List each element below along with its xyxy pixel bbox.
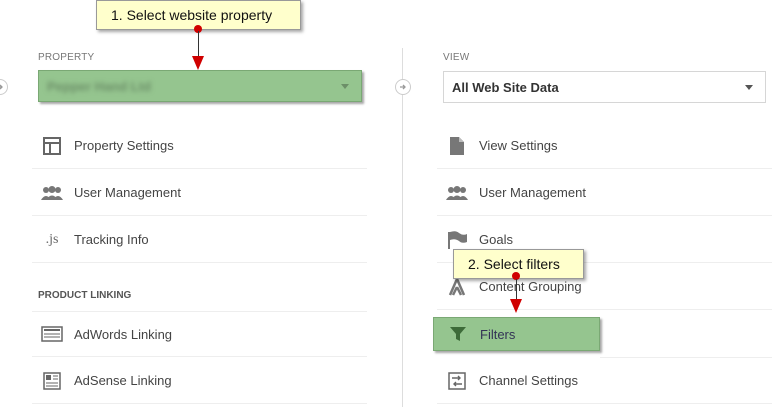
sidebar-item-view-user-management[interactable]: User Management xyxy=(437,170,772,216)
sidebar-item-view-settings[interactable]: View Settings xyxy=(437,123,772,169)
chevron-down-icon xyxy=(745,85,753,90)
users-icon xyxy=(40,183,64,203)
flag-icon xyxy=(445,230,469,250)
sidebar-item-filters[interactable]: Filters xyxy=(433,317,600,351)
sidebar-item-property-user-management[interactable]: User Management xyxy=(32,170,367,216)
column-divider xyxy=(402,48,403,407)
sidebar-item-adwords-linking[interactable]: AdWords Linking xyxy=(32,311,367,357)
callout-step2-text: 2. Select filters xyxy=(468,256,560,272)
sidebar-item-channel-settings[interactable]: Channel Settings xyxy=(437,358,772,404)
callout-step1-pointer-arrow xyxy=(192,56,204,70)
view-dropdown[interactable]: All Web Site Data xyxy=(443,71,766,103)
callout-step2-pointer-line xyxy=(516,279,517,301)
goals-label: Goals xyxy=(479,232,513,247)
callout-step1-text: 1. Select website property xyxy=(111,7,273,23)
left-arrow-icon[interactable] xyxy=(0,79,8,95)
channel-settings-icon xyxy=(445,371,469,391)
tracking-info-label: Tracking Info xyxy=(74,232,149,247)
arrow-right-icon[interactable] xyxy=(395,79,411,95)
adsense-linking-label: AdSense Linking xyxy=(74,373,172,388)
funnel-icon xyxy=(446,324,470,344)
callout-step2-pointer-arrow xyxy=(510,299,522,313)
product-linking-header: PRODUCT LINKING xyxy=(38,290,132,301)
property-column-label: PROPERTY xyxy=(38,52,95,63)
adwords-icon xyxy=(40,324,64,344)
view-column-label: VIEW xyxy=(443,52,470,63)
adsense-icon xyxy=(40,371,64,391)
view-user-management-label: User Management xyxy=(479,185,586,200)
js-icon: .js xyxy=(45,231,59,247)
sidebar-item-property-settings[interactable]: Property Settings xyxy=(32,123,367,169)
property-user-management-label: User Management xyxy=(74,185,181,200)
window-icon xyxy=(40,136,64,156)
content-grouping-icon xyxy=(445,277,469,297)
property-dropdown[interactable]: Pepper Hand Ltd xyxy=(38,70,362,102)
callout-step1-pointer-line xyxy=(198,31,199,58)
sidebar-item-tracking-info[interactable]: .js Tracking Info xyxy=(32,217,367,263)
sidebar-item-adsense-linking[interactable]: AdSense Linking xyxy=(32,358,367,404)
chevron-down-icon xyxy=(341,84,349,89)
selected-view-text: All Web Site Data xyxy=(452,79,559,95)
property-settings-label: Property Settings xyxy=(74,138,174,153)
users-icon xyxy=(445,183,469,203)
view-settings-label: View Settings xyxy=(479,138,558,153)
filters-label: Filters xyxy=(480,326,516,342)
content-grouping-label: Content Grouping xyxy=(479,279,582,294)
selected-property-text: Pepper Hand Ltd xyxy=(47,78,152,94)
document-icon xyxy=(445,136,469,156)
channel-settings-label: Channel Settings xyxy=(479,373,579,388)
adwords-linking-label: AdWords Linking xyxy=(74,326,173,342)
